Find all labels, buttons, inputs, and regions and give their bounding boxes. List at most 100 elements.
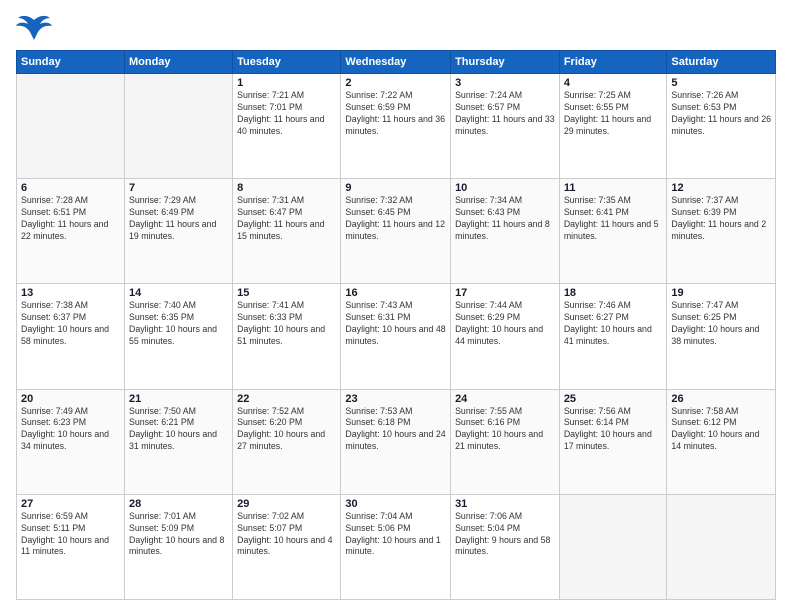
- day-number: 1: [237, 77, 336, 89]
- day-number: 27: [21, 498, 120, 510]
- day-number: 21: [129, 393, 228, 405]
- calendar-week-3: 13Sunrise: 7:38 AM Sunset: 6:37 PM Dayli…: [17, 284, 776, 389]
- day-info: Sunrise: 7:40 AM Sunset: 6:35 PM Dayligh…: [129, 300, 228, 348]
- day-info: Sunrise: 7:50 AM Sunset: 6:21 PM Dayligh…: [129, 406, 228, 454]
- day-number: 10: [455, 182, 555, 194]
- day-info: Sunrise: 7:53 AM Sunset: 6:18 PM Dayligh…: [345, 406, 446, 454]
- day-number: 28: [129, 498, 228, 510]
- calendar-cell: 20Sunrise: 7:49 AM Sunset: 6:23 PM Dayli…: [17, 389, 125, 494]
- weekday-header-sunday: Sunday: [17, 51, 125, 74]
- day-info: Sunrise: 7:04 AM Sunset: 5:06 PM Dayligh…: [345, 511, 446, 559]
- day-number: 5: [671, 77, 771, 89]
- day-number: 22: [237, 393, 336, 405]
- header: [16, 12, 776, 42]
- day-info: Sunrise: 7:44 AM Sunset: 6:29 PM Dayligh…: [455, 300, 555, 348]
- calendar-cell: [667, 494, 776, 599]
- day-info: Sunrise: 7:01 AM Sunset: 5:09 PM Dayligh…: [129, 511, 228, 559]
- logo-bird-icon: [16, 12, 52, 42]
- day-number: 18: [564, 287, 663, 299]
- calendar-cell: 15Sunrise: 7:41 AM Sunset: 6:33 PM Dayli…: [233, 284, 341, 389]
- day-number: 14: [129, 287, 228, 299]
- day-number: 15: [237, 287, 336, 299]
- calendar-cell: 30Sunrise: 7:04 AM Sunset: 5:06 PM Dayli…: [341, 494, 451, 599]
- day-number: 31: [455, 498, 555, 510]
- calendar-cell: 18Sunrise: 7:46 AM Sunset: 6:27 PM Dayli…: [559, 284, 667, 389]
- weekday-header-row: SundayMondayTuesdayWednesdayThursdayFrid…: [17, 51, 776, 74]
- day-info: Sunrise: 7:49 AM Sunset: 6:23 PM Dayligh…: [21, 406, 120, 454]
- day-info: Sunrise: 7:24 AM Sunset: 6:57 PM Dayligh…: [455, 90, 555, 138]
- day-info: Sunrise: 7:56 AM Sunset: 6:14 PM Dayligh…: [564, 406, 663, 454]
- day-info: Sunrise: 7:32 AM Sunset: 6:45 PM Dayligh…: [345, 195, 446, 243]
- weekday-header-monday: Monday: [124, 51, 232, 74]
- day-number: 8: [237, 182, 336, 194]
- day-info: Sunrise: 7:06 AM Sunset: 5:04 PM Dayligh…: [455, 511, 555, 559]
- day-info: Sunrise: 6:59 AM Sunset: 5:11 PM Dayligh…: [21, 511, 120, 559]
- day-number: 16: [345, 287, 446, 299]
- page: SundayMondayTuesdayWednesdayThursdayFrid…: [0, 0, 792, 612]
- day-info: Sunrise: 7:34 AM Sunset: 6:43 PM Dayligh…: [455, 195, 555, 243]
- calendar-cell: 17Sunrise: 7:44 AM Sunset: 6:29 PM Dayli…: [451, 284, 560, 389]
- day-info: Sunrise: 7:58 AM Sunset: 6:12 PM Dayligh…: [671, 406, 771, 454]
- calendar-cell: 6Sunrise: 7:28 AM Sunset: 6:51 PM Daylig…: [17, 179, 125, 284]
- calendar-cell: 11Sunrise: 7:35 AM Sunset: 6:41 PM Dayli…: [559, 179, 667, 284]
- calendar-cell: 8Sunrise: 7:31 AM Sunset: 6:47 PM Daylig…: [233, 179, 341, 284]
- day-info: Sunrise: 7:41 AM Sunset: 6:33 PM Dayligh…: [237, 300, 336, 348]
- day-number: 23: [345, 393, 446, 405]
- calendar-cell: 23Sunrise: 7:53 AM Sunset: 6:18 PM Dayli…: [341, 389, 451, 494]
- calendar-cell: 12Sunrise: 7:37 AM Sunset: 6:39 PM Dayli…: [667, 179, 776, 284]
- calendar-cell: 13Sunrise: 7:38 AM Sunset: 6:37 PM Dayli…: [17, 284, 125, 389]
- day-number: 30: [345, 498, 446, 510]
- calendar-cell: [17, 74, 125, 179]
- calendar-cell: 1Sunrise: 7:21 AM Sunset: 7:01 PM Daylig…: [233, 74, 341, 179]
- calendar-cell: 28Sunrise: 7:01 AM Sunset: 5:09 PM Dayli…: [124, 494, 232, 599]
- calendar-cell: 22Sunrise: 7:52 AM Sunset: 6:20 PM Dayli…: [233, 389, 341, 494]
- calendar-cell: [559, 494, 667, 599]
- day-info: Sunrise: 7:02 AM Sunset: 5:07 PM Dayligh…: [237, 511, 336, 559]
- calendar-cell: 21Sunrise: 7:50 AM Sunset: 6:21 PM Dayli…: [124, 389, 232, 494]
- day-info: Sunrise: 7:52 AM Sunset: 6:20 PM Dayligh…: [237, 406, 336, 454]
- calendar-cell: 4Sunrise: 7:25 AM Sunset: 6:55 PM Daylig…: [559, 74, 667, 179]
- calendar-cell: 31Sunrise: 7:06 AM Sunset: 5:04 PM Dayli…: [451, 494, 560, 599]
- day-number: 17: [455, 287, 555, 299]
- day-info: Sunrise: 7:21 AM Sunset: 7:01 PM Dayligh…: [237, 90, 336, 138]
- calendar-cell: 7Sunrise: 7:29 AM Sunset: 6:49 PM Daylig…: [124, 179, 232, 284]
- calendar-cell: [124, 74, 232, 179]
- calendar-cell: 24Sunrise: 7:55 AM Sunset: 6:16 PM Dayli…: [451, 389, 560, 494]
- calendar-cell: 25Sunrise: 7:56 AM Sunset: 6:14 PM Dayli…: [559, 389, 667, 494]
- calendar-week-1: 1Sunrise: 7:21 AM Sunset: 7:01 PM Daylig…: [17, 74, 776, 179]
- day-number: 3: [455, 77, 555, 89]
- day-info: Sunrise: 7:26 AM Sunset: 6:53 PM Dayligh…: [671, 90, 771, 138]
- weekday-header-friday: Friday: [559, 51, 667, 74]
- calendar-cell: 26Sunrise: 7:58 AM Sunset: 6:12 PM Dayli…: [667, 389, 776, 494]
- logo: [16, 12, 56, 42]
- day-info: Sunrise: 7:37 AM Sunset: 6:39 PM Dayligh…: [671, 195, 771, 243]
- day-number: 6: [21, 182, 120, 194]
- day-number: 24: [455, 393, 555, 405]
- calendar-cell: 10Sunrise: 7:34 AM Sunset: 6:43 PM Dayli…: [451, 179, 560, 284]
- day-number: 20: [21, 393, 120, 405]
- day-number: 11: [564, 182, 663, 194]
- weekday-header-tuesday: Tuesday: [233, 51, 341, 74]
- calendar-cell: 27Sunrise: 6:59 AM Sunset: 5:11 PM Dayli…: [17, 494, 125, 599]
- day-number: 7: [129, 182, 228, 194]
- calendar-week-4: 20Sunrise: 7:49 AM Sunset: 6:23 PM Dayli…: [17, 389, 776, 494]
- day-info: Sunrise: 7:55 AM Sunset: 6:16 PM Dayligh…: [455, 406, 555, 454]
- calendar-cell: 3Sunrise: 7:24 AM Sunset: 6:57 PM Daylig…: [451, 74, 560, 179]
- day-number: 4: [564, 77, 663, 89]
- calendar-cell: 19Sunrise: 7:47 AM Sunset: 6:25 PM Dayli…: [667, 284, 776, 389]
- day-info: Sunrise: 7:35 AM Sunset: 6:41 PM Dayligh…: [564, 195, 663, 243]
- weekday-header-thursday: Thursday: [451, 51, 560, 74]
- day-info: Sunrise: 7:28 AM Sunset: 6:51 PM Dayligh…: [21, 195, 120, 243]
- day-info: Sunrise: 7:43 AM Sunset: 6:31 PM Dayligh…: [345, 300, 446, 348]
- calendar-cell: 9Sunrise: 7:32 AM Sunset: 6:45 PM Daylig…: [341, 179, 451, 284]
- day-info: Sunrise: 7:31 AM Sunset: 6:47 PM Dayligh…: [237, 195, 336, 243]
- day-number: 25: [564, 393, 663, 405]
- day-info: Sunrise: 7:46 AM Sunset: 6:27 PM Dayligh…: [564, 300, 663, 348]
- day-number: 2: [345, 77, 446, 89]
- calendar-week-5: 27Sunrise: 6:59 AM Sunset: 5:11 PM Dayli…: [17, 494, 776, 599]
- calendar-cell: 14Sunrise: 7:40 AM Sunset: 6:35 PM Dayli…: [124, 284, 232, 389]
- day-number: 9: [345, 182, 446, 194]
- weekday-header-wednesday: Wednesday: [341, 51, 451, 74]
- day-info: Sunrise: 7:29 AM Sunset: 6:49 PM Dayligh…: [129, 195, 228, 243]
- calendar-cell: 16Sunrise: 7:43 AM Sunset: 6:31 PM Dayli…: [341, 284, 451, 389]
